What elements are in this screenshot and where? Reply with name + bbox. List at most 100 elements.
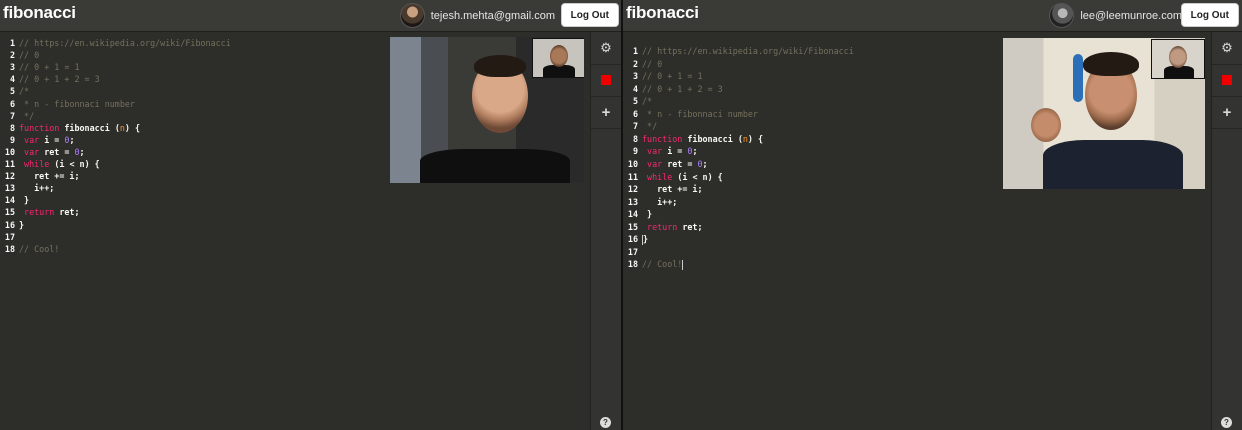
code-token: } [642, 209, 653, 220]
line-number: 8 [632, 133, 638, 144]
sidebar: ⚙ + ? [1211, 32, 1242, 430]
code-token: ; [692, 146, 698, 157]
code-token: function [642, 133, 688, 144]
line-number: 12 [627, 184, 638, 195]
code-token: // 0 + 1 = 1 [19, 62, 80, 73]
code-token: ; [69, 134, 75, 145]
top-bar: fibonacci tejesh.mehta@gmail.com Log Out [0, 0, 621, 32]
code-token: // 0 + 1 + 2 = 3 [642, 83, 723, 94]
code-token: // Cool! [19, 243, 60, 254]
line-number: 13 [627, 196, 638, 207]
logout-button[interactable]: Log Out [1180, 3, 1239, 27]
line-number: 7 [632, 121, 638, 132]
code-line: 7 */ [0, 110, 34, 122]
code-line: 18 // Cool! [0, 243, 59, 255]
code-token: while [24, 159, 55, 169]
self-video-pip [532, 38, 584, 78]
line-number: 11 [627, 171, 638, 182]
line-number: 2 [632, 58, 638, 69]
remote-video [390, 37, 584, 183]
video-figure [420, 149, 570, 183]
code-token: // https://en.wikipedia.org/wiki/Fibonac… [642, 46, 854, 56]
video-hand [1031, 108, 1061, 142]
editor-pane-right: fibonacci lee@leemunroe.com Log Out 1 // … [623, 0, 1242, 430]
line-number: 1 [9, 38, 15, 48]
line-number: 10 [627, 158, 638, 169]
record-button[interactable] [1212, 64, 1242, 97]
help-button[interactable]: ? [600, 417, 611, 428]
line-number: 14 [627, 209, 638, 220]
line-number: 12 [4, 171, 15, 182]
headphones [1073, 54, 1083, 102]
code-line: 12 ret += i; [0, 170, 80, 182]
code-token: // 0 [19, 50, 40, 61]
record-button[interactable] [591, 64, 621, 97]
code-line: 15 return ret; [0, 206, 80, 218]
user-info: lee@leemunroe.com [1049, 0, 1182, 31]
code-line: 9 var i = 0; [623, 145, 698, 157]
text-cursor [682, 259, 684, 270]
code-token: i = [667, 146, 688, 157]
remote-video [1003, 38, 1205, 189]
code-line: 10 var ret = 0; [0, 146, 85, 158]
code-token: ; [702, 158, 708, 169]
settings-button[interactable]: ⚙ [591, 32, 621, 65]
code-line: 8 function fibonacci (n) { [623, 133, 763, 145]
code-line: 15 return ret; [623, 221, 703, 233]
code-token: */ [642, 121, 658, 132]
code-token: */ [19, 110, 35, 121]
code-token: // Cool! [642, 259, 683, 270]
top-bar: fibonacci lee@leemunroe.com Log Out [623, 0, 1242, 32]
line-number: 8 [9, 122, 15, 133]
code-token: // https://en.wikipedia.org/wiki/Fibonac… [19, 38, 231, 48]
line-number: 9 [632, 146, 638, 157]
add-button[interactable]: + [1212, 96, 1242, 129]
plus-icon: + [601, 103, 611, 121]
help-button[interactable]: ? [1221, 417, 1232, 428]
code-line: 4 // 0 + 1 + 2 = 3 [0, 73, 100, 85]
question-icon: ? [1224, 418, 1229, 427]
gear-icon: ⚙ [600, 40, 612, 55]
code-line: 17 [0, 231, 19, 243]
add-button[interactable]: + [591, 96, 621, 129]
self-video-pip [1151, 39, 1205, 79]
code-line: 7 */ [623, 120, 657, 132]
line-number: 14 [4, 195, 15, 206]
code-token: i++; [642, 196, 678, 207]
user-email: tejesh.mehta@gmail.com [430, 9, 555, 22]
code-line: 3 // 0 + 1 = 1 [0, 61, 80, 73]
plus-icon: + [1222, 103, 1232, 121]
line-number: 13 [4, 183, 15, 194]
code-line: 12 ret += i; [623, 183, 703, 195]
code-token: * n - fibonnaci number [642, 108, 758, 119]
code-token: /* [642, 96, 653, 107]
video-figure [1043, 140, 1183, 189]
line-number: 4 [632, 83, 638, 94]
code-line: 10 var ret = 0; [623, 158, 708, 170]
line-number: 16 [627, 234, 638, 245]
line-number: 5 [9, 86, 15, 97]
code-token: return [647, 221, 683, 232]
code-token: function [19, 122, 65, 133]
sidebar: ⚙ + ? [590, 32, 621, 430]
settings-button[interactable]: ⚙ [1212, 32, 1242, 65]
question-icon: ? [603, 418, 608, 427]
code-line: 4 // 0 + 1 + 2 = 3 [623, 83, 723, 95]
code-token: } [19, 195, 30, 206]
code-token: // 0 + 1 + 2 = 3 [19, 74, 100, 85]
code-line: 11 while (i < n) { [0, 158, 100, 170]
line-number: 1 [632, 46, 638, 56]
code-line: 2 // 0 [0, 49, 39, 61]
code-line: 11 while (i < n) { [623, 171, 723, 183]
code-token: ret = [667, 158, 698, 169]
line-number: 15 [4, 207, 15, 218]
code-token: (i < n) { [54, 159, 100, 169]
line-number: 3 [9, 62, 15, 73]
logout-button[interactable]: Log Out [560, 3, 619, 27]
code-line: 9 var i = 0; [0, 134, 75, 146]
code-line: 18 // Cool! [623, 258, 684, 270]
line-number: 9 [9, 134, 15, 145]
line-number: 6 [9, 98, 15, 109]
code-line: 14 } [0, 194, 29, 206]
code-token: var [647, 146, 668, 157]
